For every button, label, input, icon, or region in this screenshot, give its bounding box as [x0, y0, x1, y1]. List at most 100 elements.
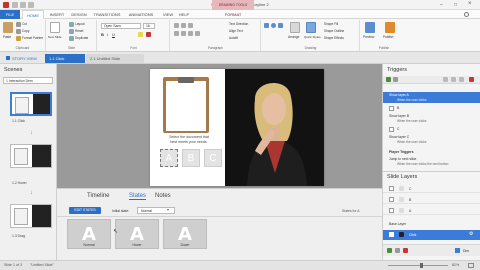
slide-thumbnail-1[interactable] — [10, 92, 52, 116]
align-center-icon[interactable] — [181, 31, 186, 36]
state-card-hover[interactable]: A Hover — [115, 219, 159, 249]
slide-thumbnail-2[interactable] — [10, 144, 52, 168]
move-up-icon[interactable] — [443, 77, 448, 82]
quick-styles-button[interactable]: Quick Styles — [304, 35, 321, 39]
quick-styles-icon[interactable] — [306, 22, 316, 33]
duplicate-button[interactable]: Duplicate — [75, 36, 88, 40]
copy-trigger-icon[interactable] — [459, 77, 464, 82]
tab-file[interactable]: FILE — [0, 10, 20, 19]
tab-states[interactable]: States — [129, 193, 147, 200]
justify-icon[interactable] — [195, 31, 200, 36]
delete-trigger-icon[interactable] — [469, 77, 474, 82]
gear-icon[interactable]: ⚙ — [469, 231, 473, 237]
new-slide-button[interactable]: New Slide — [48, 35, 62, 39]
tab-transitions[interactable]: TRANSITIONS — [90, 10, 124, 19]
new-layer-icon[interactable] — [387, 248, 392, 253]
new-trigger-icon[interactable] — [386, 77, 391, 82]
trigger-title[interactable]: Show layer B — [389, 114, 409, 118]
align-text-button[interactable]: Align Text — [229, 29, 243, 33]
align-right-icon[interactable] — [188, 31, 193, 36]
font-size-select[interactable]: 16 — [143, 23, 155, 29]
font-name-select[interactable]: Open Sans — [101, 23, 141, 29]
tab-format[interactable]: FORMAT — [212, 10, 254, 19]
trigger-item-selected[interactable]: Show layer A When the user clicks — [383, 92, 480, 103]
tab-other-slide[interactable]: 2.1 Untitled Slide — [86, 54, 144, 63]
minimize-button[interactable]: – — [440, 2, 443, 8]
tab-active-slide[interactable]: 1.1 Click — [45, 54, 85, 63]
maximize-button[interactable]: □ — [454, 2, 457, 8]
duplicate-layer-icon[interactable] — [395, 248, 400, 253]
story-view-tab[interactable]: STORY VIEW — [2, 54, 41, 63]
tile-c[interactable]: C — [204, 149, 222, 167]
tile-b[interactable]: B — [182, 149, 200, 167]
publish-icon[interactable] — [385, 22, 395, 33]
preview-icon[interactable] — [365, 22, 375, 33]
highlight-icon[interactable] — [138, 32, 143, 37]
trigger-object-c[interactable]: C — [397, 127, 399, 131]
zoom-slider[interactable] — [388, 265, 448, 266]
shape-oval-icon[interactable] — [271, 23, 276, 28]
tile-a[interactable]: A — [160, 149, 178, 167]
arrange-icon[interactable] — [290, 22, 300, 33]
help-icon[interactable] — [464, 12, 469, 17]
tab-design[interactable]: DESIGN — [68, 10, 90, 19]
close-button[interactable]: × — [468, 1, 472, 7]
fit-to-window-icon[interactable] — [468, 263, 474, 268]
bullets-icon[interactable] — [174, 23, 179, 28]
layout-button[interactable]: Layout — [75, 22, 85, 26]
paste-icon[interactable] — [3, 22, 13, 33]
trigger-title[interactable]: Show layer C — [389, 135, 409, 139]
tab-notes[interactable]: Notes — [155, 193, 171, 199]
tab-animations[interactable]: ANIMATIONS — [124, 10, 158, 19]
text-direction-button[interactable]: Text Direction — [229, 22, 248, 26]
shape-arrow-icon[interactable] — [278, 23, 283, 28]
italic-button[interactable]: I — [107, 32, 108, 37]
bold-button[interactable]: B — [101, 32, 104, 37]
layer-row-a[interactable]: A — [383, 207, 480, 215]
copy-button[interactable]: Copy — [22, 29, 29, 33]
layer-visibility-checkbox[interactable] — [389, 186, 394, 191]
tab-view[interactable]: VIEW — [160, 10, 176, 19]
underline-button[interactable]: U — [112, 32, 115, 37]
format-painter-button[interactable]: Format Painter — [22, 36, 43, 40]
object-checkbox[interactable] — [389, 106, 394, 111]
shape-effects-button[interactable]: Shape Effects — [324, 36, 344, 40]
font-color-icon[interactable] — [146, 32, 151, 37]
publish-button[interactable]: Publish — [383, 35, 393, 39]
shape-fill-button[interactable]: Shape Fill — [324, 22, 338, 26]
autofit-button[interactable]: Autofit — [229, 36, 238, 40]
trigger-object-b[interactable]: B — [397, 106, 399, 110]
layer-visibility-checkbox[interactable] — [389, 232, 394, 237]
state-card-down[interactable]: A Down — [163, 219, 207, 249]
base-layer-row[interactable]: Click ⚙ — [383, 230, 480, 240]
state-card-normal[interactable]: A Normal — [67, 219, 111, 249]
zoom-slider-thumb[interactable] — [420, 263, 423, 268]
slide-thumbnail-3[interactable] — [10, 204, 52, 228]
delete-layer-icon[interactable] — [403, 248, 408, 253]
preview-button[interactable]: Preview — [363, 35, 374, 39]
object-checkbox[interactable] — [389, 127, 394, 132]
layer-row-c[interactable]: C — [383, 185, 480, 193]
paste-button[interactable]: Paste — [3, 35, 11, 39]
shape-rectangle-icon[interactable] — [264, 23, 269, 28]
indent-icon[interactable] — [188, 23, 193, 28]
arrange-button[interactable]: Arrange — [288, 35, 299, 39]
edit-trigger-icon[interactable] — [393, 77, 398, 82]
new-slide-icon[interactable] — [50, 22, 60, 33]
dim-checkbox[interactable] — [455, 248, 460, 253]
layer-row-b[interactable]: B — [383, 196, 480, 204]
reset-button[interactable]: Reset — [75, 29, 83, 33]
cut-button[interactable]: Cut — [22, 22, 27, 26]
shape-outline-button[interactable]: Shape Outline — [324, 29, 344, 33]
player-trigger-title[interactable]: Jump to next slide — [389, 157, 416, 161]
initial-state-select[interactable]: Normal — [137, 207, 175, 214]
layer-visibility-checkbox[interactable] — [389, 197, 394, 202]
move-down-icon[interactable] — [451, 77, 456, 82]
align-left-icon[interactable] — [174, 31, 179, 36]
woman-photo[interactable] — [225, 69, 324, 186]
tab-help[interactable]: HELP — [176, 10, 192, 19]
scene-select[interactable]: 1 Interaction Dem — [3, 77, 53, 84]
tab-home[interactable]: HOME — [22, 10, 44, 19]
numbering-icon[interactable] — [181, 23, 186, 28]
tab-insert[interactable]: INSERT — [46, 10, 68, 19]
